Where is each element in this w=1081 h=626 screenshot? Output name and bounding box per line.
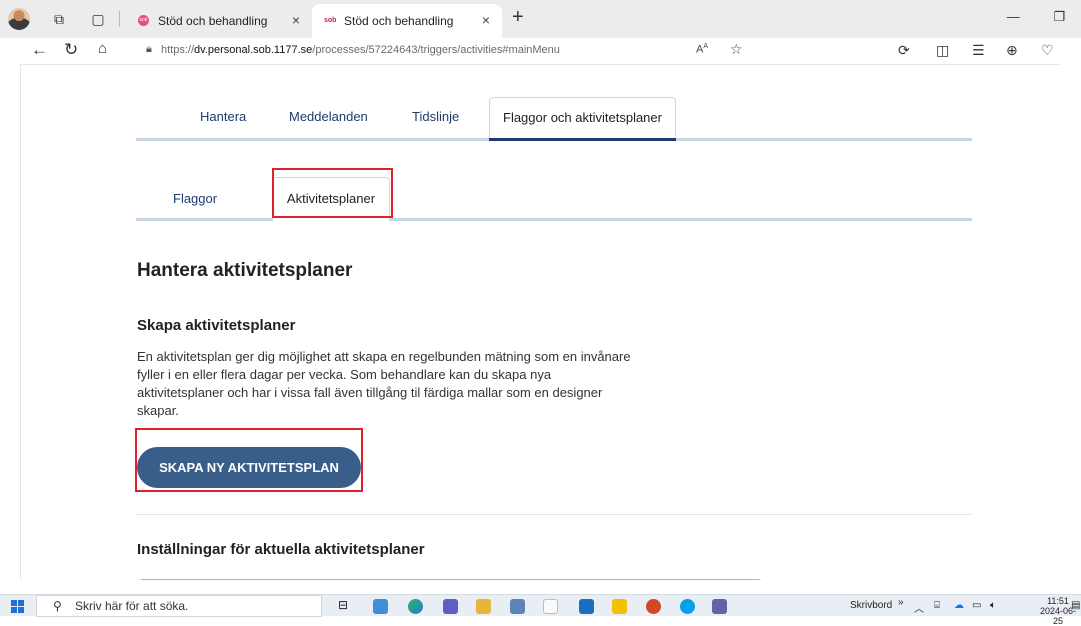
teams-classic-icon[interactable] xyxy=(712,599,727,614)
task-view-icon[interactable]: ⊟ xyxy=(338,598,348,612)
onedrive-icon[interactable]: ☁ xyxy=(954,600,964,611)
workspaces-icon[interactable]: ⧉ xyxy=(51,11,67,27)
sub-tabs: Flaggor Aktivitetsplaner xyxy=(136,177,972,221)
powerpoint-icon[interactable] xyxy=(646,599,661,614)
profile-avatar[interactable] xyxy=(8,8,30,30)
read-aloud-icon[interactable]: AA xyxy=(696,43,708,56)
paint-icon[interactable] xyxy=(510,599,525,614)
browser-tab-2[interactable]: sob Stöd och behandling × xyxy=(312,4,502,38)
desktop-toolbar-label[interactable]: Skrivbord xyxy=(850,600,892,611)
search-icon: ⚲ xyxy=(53,599,62,613)
url-text: https://dv.personal.sob.1177.se/processe… xyxy=(161,44,560,56)
volume-icon[interactable]: 🔈︎ xyxy=(990,600,996,611)
restore-button[interactable]: ❐ xyxy=(1053,9,1065,24)
tab-tidslinje[interactable]: Tidslinje xyxy=(412,109,459,124)
lock-icon: 🔒︎ xyxy=(146,43,152,55)
settings-panel[interactable] xyxy=(137,579,764,580)
teams-icon[interactable] xyxy=(443,599,458,614)
edge-browser-icon[interactable] xyxy=(408,599,423,614)
tab-flaggor-och-aktivitetsplaner[interactable]: Flaggor och aktivitetsplaner xyxy=(489,97,676,141)
site-favicon-icon: sob xyxy=(138,15,149,26)
browser-tab-strip: ⧉ ▢ sob Stöd och behandling × sob Stöd o… xyxy=(0,0,1081,38)
notifications-icon[interactable]: ▤ xyxy=(1071,600,1080,611)
browser-essentials-icon[interactable]: ♡ xyxy=(1041,42,1054,59)
page-title: Hantera aktivitetsplaner xyxy=(137,260,353,281)
refresh-icon[interactable]: ↻ xyxy=(64,40,78,60)
windows-start-icon[interactable] xyxy=(11,600,24,613)
sticky-notes-icon[interactable] xyxy=(612,599,627,614)
section-title: Skapa aktivitetsplaner xyxy=(137,317,296,334)
favorites-icon[interactable]: ☰ xyxy=(972,42,985,59)
create-activity-plan-button[interactable]: SKAPA NY AKTIVITETSPLAN xyxy=(137,447,361,488)
tab-rule xyxy=(136,218,972,221)
outlook-icon[interactable] xyxy=(579,599,594,614)
windows-taskbar: ⚲ ⊟ Skrivbord » ︿ ⌸ ☁ ▭ 🔈︎ 11:51 2024-06… xyxy=(0,594,1081,626)
browser-tab-title: Stöd och behandling xyxy=(158,14,268,28)
page-content: Hantera Meddelanden Tidslinje Flaggor oc… xyxy=(0,64,1081,580)
extensions-icon[interactable]: ⟳ xyxy=(898,42,910,59)
app-icon[interactable] xyxy=(476,599,491,614)
favorite-star-icon[interactable]: ☆ xyxy=(730,41,743,58)
minimize-button[interactable]: — xyxy=(1007,9,1020,24)
skype-icon[interactable] xyxy=(680,599,695,614)
tab-actions-icon[interactable]: ▢ xyxy=(90,11,106,27)
site-favicon-icon: sob xyxy=(324,17,337,24)
divider xyxy=(119,11,120,27)
close-tab-icon[interactable]: × xyxy=(482,12,490,28)
tray-chevron-icon[interactable]: ︿ xyxy=(914,600,924,615)
tab-hantera[interactable]: Hantera xyxy=(200,109,246,124)
file-explorer-icon[interactable] xyxy=(373,599,388,614)
notepad-icon[interactable] xyxy=(543,599,558,614)
taskbar-search[interactable]: ⚲ xyxy=(36,595,322,617)
back-icon[interactable]: ← xyxy=(31,40,48,60)
browser-tab-1[interactable]: sob Stöd och behandling × xyxy=(126,4,312,38)
description-text: En aktivitetsplan ger dig möjlighet att … xyxy=(137,349,631,418)
split-screen-icon[interactable]: ◫ xyxy=(936,42,949,59)
display-icon[interactable]: ▭ xyxy=(972,600,981,611)
browser-toolbar: ← ↻ ⌂ 🔒︎ https://dv.personal.sob.1177.se… xyxy=(0,38,1081,64)
close-tab-icon[interactable]: × xyxy=(292,12,300,28)
toolbar-expand-icon[interactable]: » xyxy=(898,597,904,608)
section-divider xyxy=(136,514,972,515)
network-icon[interactable]: ⌸ xyxy=(934,600,940,611)
tab-meddelanden[interactable]: Meddelanden xyxy=(289,109,368,124)
home-icon[interactable]: ⌂ xyxy=(98,40,107,57)
browser-tab-title: Stöd och behandling xyxy=(344,14,454,28)
new-tab-button[interactable]: + xyxy=(512,6,524,29)
main-tabs: Hantera Meddelanden Tidslinje Flaggor oc… xyxy=(136,97,972,141)
address-bar[interactable]: 🔒︎ https://dv.personal.sob.1177.se/proce… xyxy=(134,39,874,63)
window-controls: — ❐ xyxy=(977,9,1065,25)
card-top-edge xyxy=(20,64,1060,65)
settings-title: Inställningar för aktuella aktivitetspla… xyxy=(137,541,425,558)
taskbar-search-input[interactable] xyxy=(75,599,305,613)
subtab-aktivitetsplaner[interactable]: Aktivitetsplaner xyxy=(272,177,390,221)
subtab-flaggor[interactable]: Flaggor xyxy=(173,191,217,206)
collections-icon[interactable]: ⊕ xyxy=(1006,42,1018,59)
